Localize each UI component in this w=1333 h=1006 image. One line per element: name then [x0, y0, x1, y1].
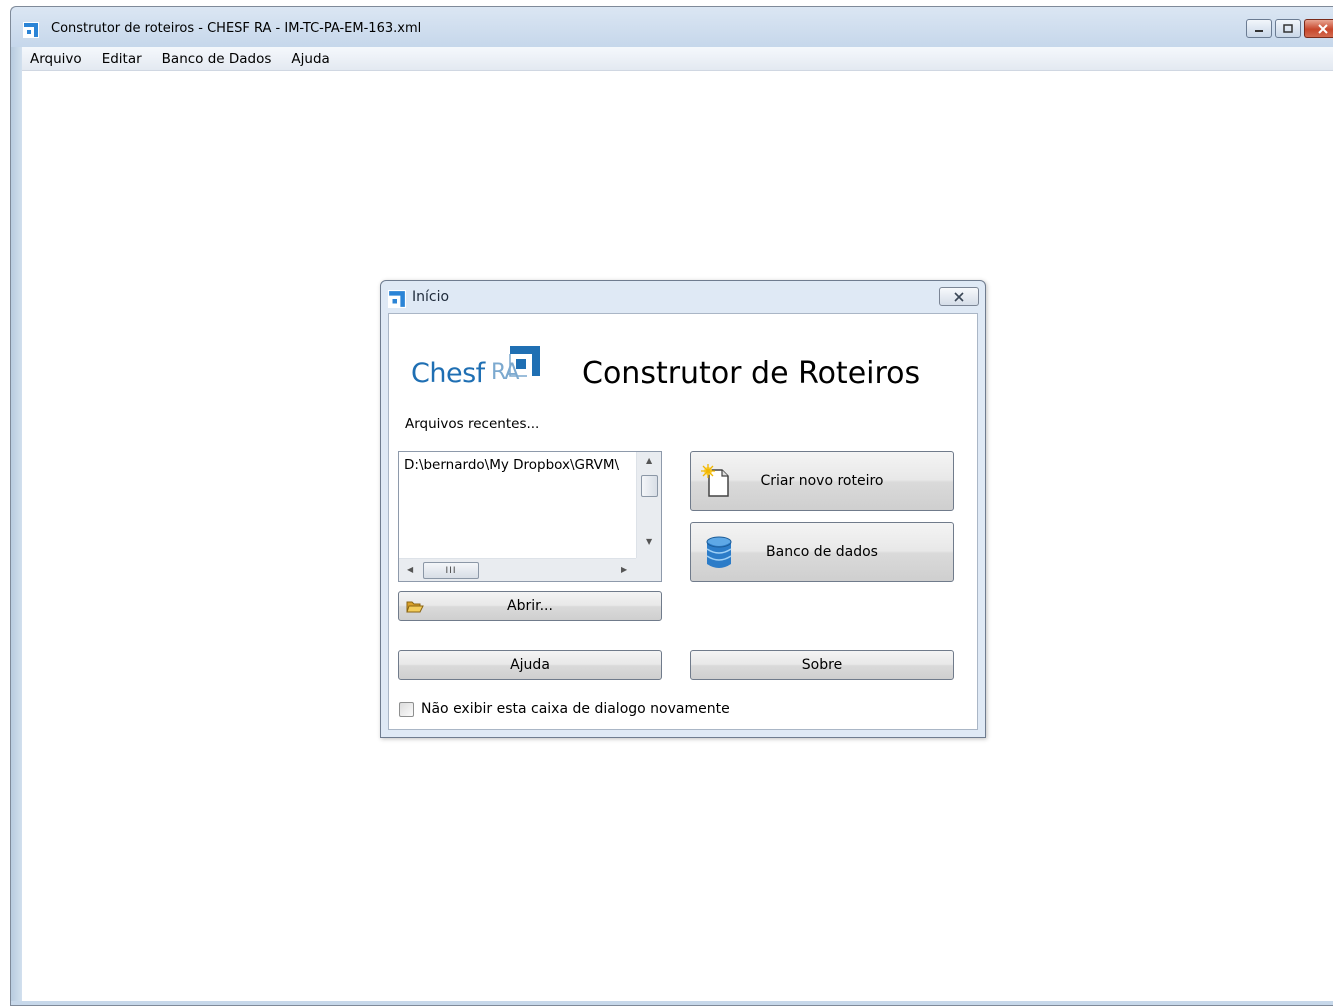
- new-document-icon: [701, 464, 729, 497]
- vertical-scroll-thumb[interactable]: [641, 475, 658, 497]
- app-icon: [23, 22, 39, 38]
- dialog-body: Chesf RA Construtor de Roteiros Arquivos…: [388, 313, 978, 730]
- open-button[interactable]: Abrir...: [398, 591, 662, 621]
- database-button[interactable]: Banco de dados: [690, 522, 954, 582]
- menu-arquivo[interactable]: Arquivo: [30, 51, 82, 67]
- menu-bar: Arquivo Editar Banco de Dados Ajuda: [22, 47, 1333, 71]
- scroll-up-icon[interactable]: ▲: [646, 456, 652, 465]
- scroll-down-icon[interactable]: ▼: [646, 537, 652, 546]
- window-left-frame: [11, 47, 22, 1005]
- recent-files-label: Arquivos recentes...: [405, 416, 540, 432]
- scroll-left-icon[interactable]: ◀: [407, 565, 413, 574]
- vertical-scrollbar[interactable]: ▲ ▼: [636, 452, 661, 559]
- dont-show-again-label[interactable]: Não exibir esta caixa de dialogo novamen…: [421, 701, 730, 717]
- dialog-title: Início: [412, 289, 450, 305]
- menu-banco-de-dados[interactable]: Banco de Dados: [162, 51, 272, 67]
- close-icon: [954, 291, 964, 302]
- start-dialog: Início Chesf RA Construtor de Roteiros A…: [380, 280, 986, 738]
- menu-ajuda[interactable]: Ajuda: [291, 51, 329, 67]
- database-icon: [706, 536, 732, 568]
- open-folder-icon: [406, 601, 424, 613]
- menu-editar[interactable]: Editar: [102, 51, 142, 67]
- maximize-button[interactable]: [1275, 19, 1301, 38]
- maximize-icon: [1283, 23, 1293, 33]
- help-button[interactable]: Ajuda: [398, 650, 662, 680]
- dialog-title-bar[interactable]: Início: [381, 281, 985, 313]
- minimize-icon: [1255, 29, 1263, 32]
- horizontal-scroll-thumb[interactable]: III: [423, 562, 479, 579]
- new-script-label: Criar novo roteiro: [760, 473, 884, 489]
- open-label: Abrir...: [507, 598, 553, 614]
- window-title: Construtor de roteiros - CHESF RA - IM-T…: [51, 21, 422, 36]
- close-icon: [1317, 23, 1328, 34]
- recent-files-list[interactable]: D:\bernardo\My Dropbox\GRVM\ ▲ ▼ ◀ III ▶: [398, 451, 662, 582]
- database-label: Banco de dados: [766, 544, 878, 560]
- dont-show-again-checkbox[interactable]: [399, 701, 414, 717]
- close-button[interactable]: [1304, 19, 1333, 38]
- scroll-right-icon[interactable]: ▶: [621, 565, 627, 574]
- about-label: Sobre: [801, 657, 843, 673]
- list-item[interactable]: D:\bernardo\My Dropbox\GRVM\: [404, 457, 639, 473]
- title-bar[interactable]: Construtor de roteiros - CHESF RA - IM-T…: [11, 7, 1333, 47]
- logo-mark-icon: [509, 346, 540, 377]
- dialog-close-button[interactable]: [939, 287, 979, 306]
- minimize-button[interactable]: [1246, 19, 1272, 38]
- about-button[interactable]: Sobre: [690, 650, 954, 680]
- app-heading: Construtor de Roteiros: [582, 356, 921, 391]
- new-script-button[interactable]: Criar novo roteiro: [690, 451, 954, 511]
- help-label: Ajuda: [510, 657, 550, 673]
- logo-text: Chesf: [411, 358, 485, 389]
- horizontal-scrollbar[interactable]: ◀ III ▶: [399, 558, 637, 581]
- window-bottom-frame: [11, 1001, 1333, 1005]
- dialog-app-icon: [388, 290, 406, 308]
- scrollbar-corner: [636, 558, 661, 581]
- chesf-ra-logo: Chesf RA: [411, 344, 546, 394]
- dont-show-again-row[interactable]: Não exibir esta caixa de dialogo novamen…: [399, 701, 730, 717]
